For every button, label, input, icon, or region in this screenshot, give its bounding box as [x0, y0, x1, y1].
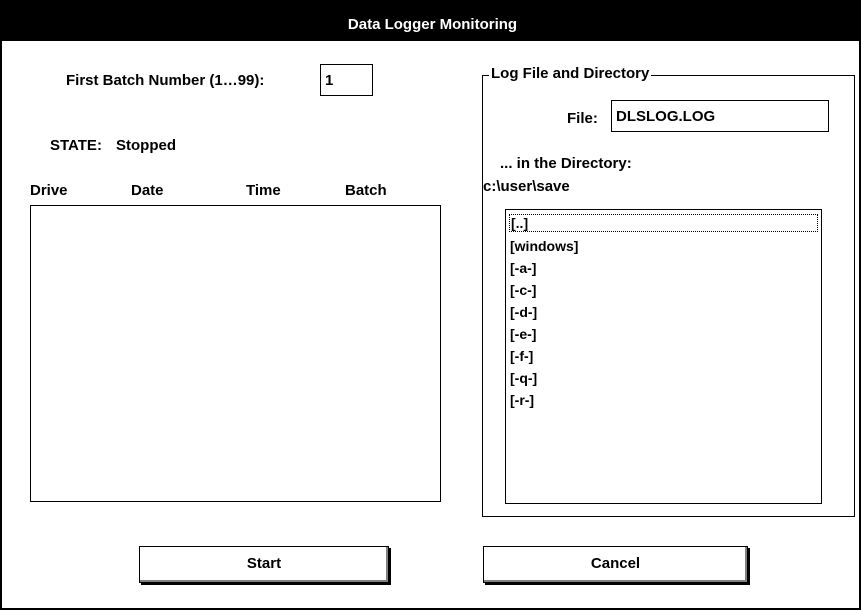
directory-item[interactable]: [-c-]: [510, 282, 536, 298]
directory-item[interactable]: [-q-]: [510, 370, 537, 386]
directory-item[interactable]: [-r-]: [510, 392, 534, 408]
column-header-batch: Batch: [345, 182, 387, 199]
directory-list[interactable]: [..] [windows] [-a-] [-c-] [-d-] [-e-] […: [505, 209, 822, 504]
log-entries-list[interactable]: [30, 205, 441, 502]
column-header-time: Time: [246, 182, 281, 199]
directory-item[interactable]: [-d-]: [510, 304, 537, 320]
column-header-drive: Drive: [30, 182, 68, 199]
dialog-window: Data Logger Monitoring First Batch Numbe…: [0, 0, 861, 610]
directory-item[interactable]: [-a-]: [510, 260, 536, 276]
batch-number-label: First Batch Number (1…99):: [66, 72, 265, 89]
cancel-button-label: Cancel: [590, 555, 641, 572]
batch-number-input[interactable]: [320, 64, 373, 96]
directory-item[interactable]: [-e-]: [510, 326, 536, 342]
directory-item[interactable]: [windows]: [510, 238, 578, 254]
current-directory: c:\user\save: [483, 178, 570, 195]
state-label: STATE:: [50, 137, 102, 154]
log-file-group-legend: Log File and Directory: [489, 65, 652, 82]
state-value: Stopped: [116, 137, 176, 154]
directory-item[interactable]: [-f-]: [510, 348, 533, 364]
file-label: File:: [567, 110, 598, 127]
window-title: Data Logger Monitoring: [347, 16, 518, 33]
log-file-input[interactable]: [611, 100, 829, 132]
start-button[interactable]: Start: [139, 546, 389, 583]
start-button-label: Start: [246, 555, 282, 572]
cancel-button[interactable]: Cancel: [483, 546, 748, 583]
column-header-date: Date: [131, 182, 164, 199]
title-bar[interactable]: Data Logger Monitoring: [2, 0, 861, 41]
directory-label: ... in the Directory:: [500, 155, 632, 172]
directory-item[interactable]: [..]: [509, 214, 818, 232]
